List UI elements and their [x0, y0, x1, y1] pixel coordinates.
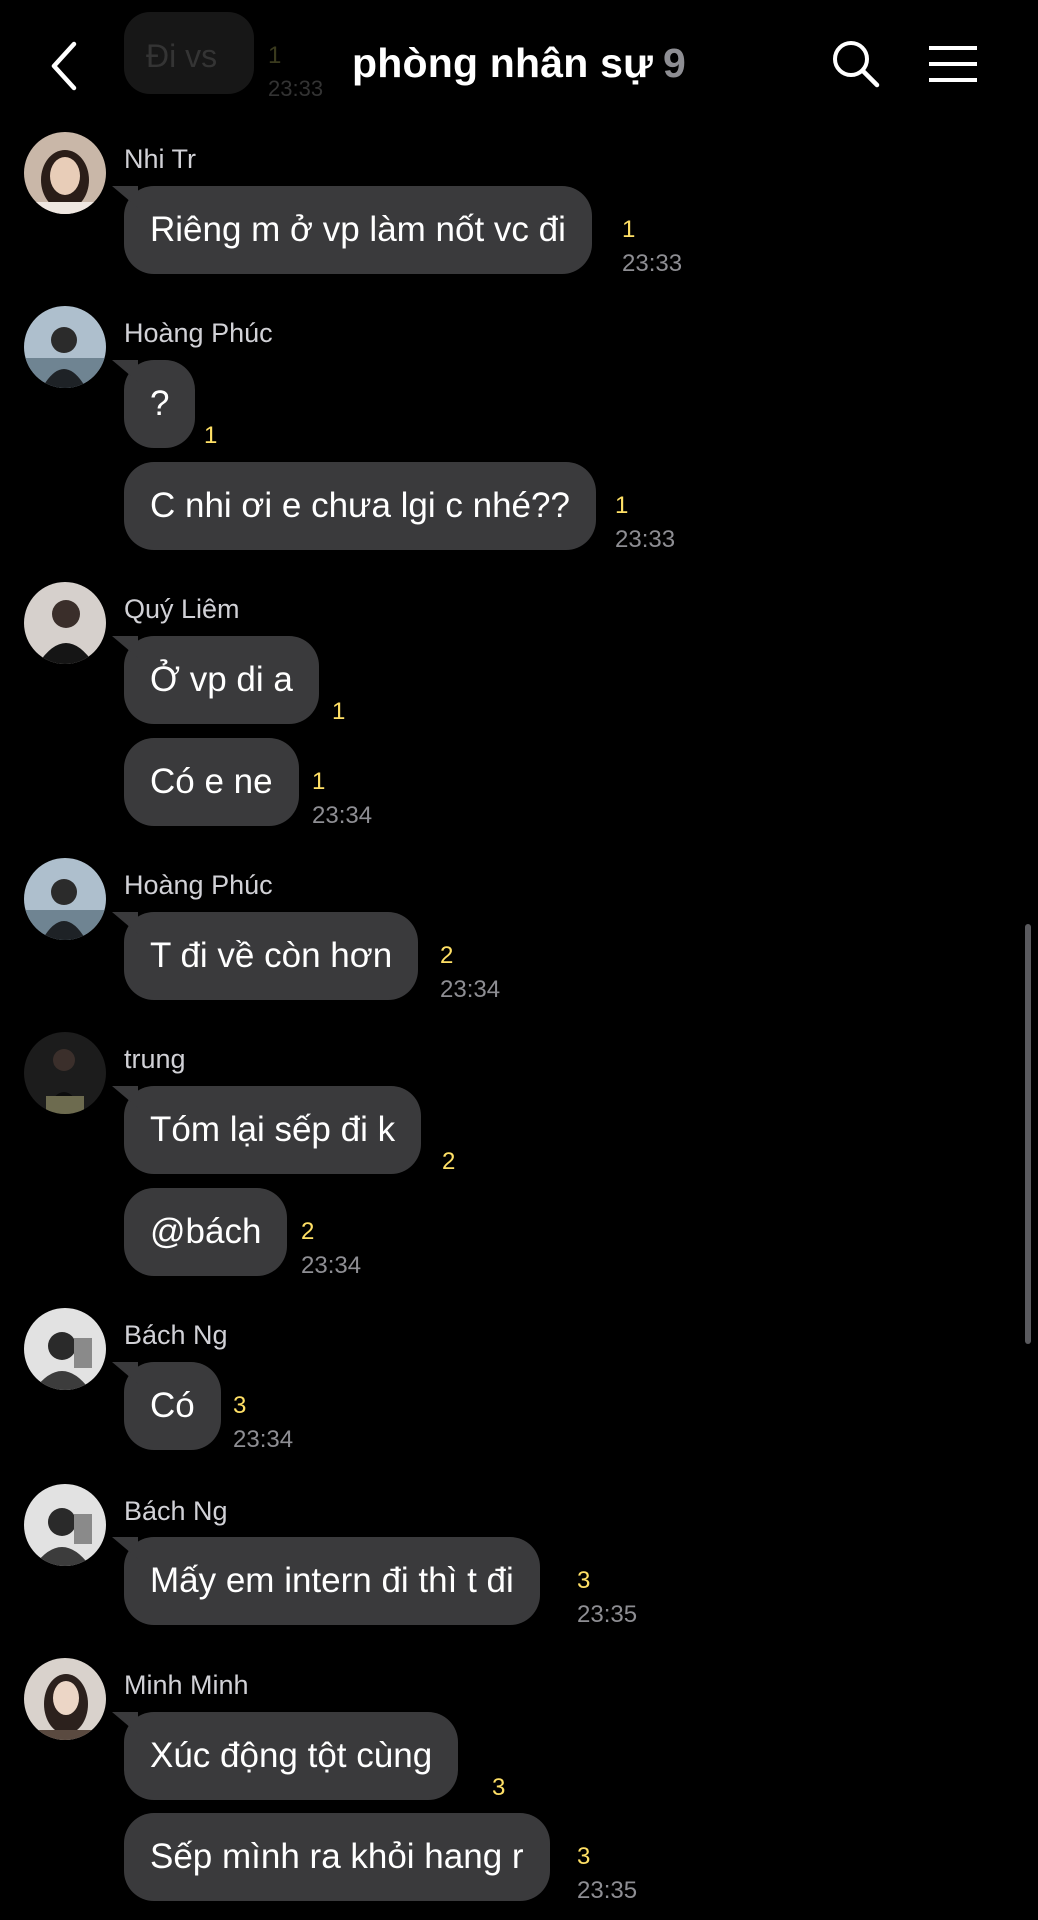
message-timestamp: 23:33: [622, 250, 683, 277]
message-bubble[interactable]: Có e ne: [124, 738, 299, 826]
sender-name: Nhi Tr: [124, 144, 197, 174]
unread-count: 1: [622, 216, 636, 243]
avatar-minh-minh[interactable]: [24, 1658, 106, 1740]
sender-name: Bách Ng: [124, 1496, 228, 1526]
unread-count: 3: [577, 1567, 591, 1594]
menu-button[interactable]: [926, 44, 980, 84]
message-text: Xúc động tột cùng: [150, 1736, 433, 1775]
message-bubble[interactable]: C nhi ơi e chưa lgi c nhé??: [124, 462, 596, 550]
message-timestamp: 23:34: [301, 1252, 362, 1279]
message-bubble[interactable]: Sếp mình ra khỏi hang r: [124, 1813, 550, 1901]
sender-name: trung: [124, 1044, 186, 1074]
message-timestamp: 23:35: [577, 1601, 638, 1628]
message-text: Sếp mình ra khỏi hang r: [150, 1837, 524, 1876]
chat-title: phòng nhân sự 9: [0, 40, 1038, 87]
message-timestamp: 23:35: [577, 1877, 638, 1904]
sender-name: Bách Ng: [124, 1320, 228, 1350]
avatar-quy-liem[interactable]: [24, 582, 106, 664]
message-text: Có e ne: [150, 762, 273, 801]
message-timestamp: 23:34: [440, 976, 501, 1003]
unread-count: 1: [332, 698, 346, 725]
sender-name: Hoàng Phúc: [124, 870, 273, 900]
message-bubble[interactable]: Tóm lại sếp đi k: [124, 1086, 422, 1174]
avatar-nhi-tr[interactable]: [24, 132, 106, 214]
message-bubble[interactable]: Xúc động tột cùng: [124, 1712, 459, 1800]
avatar-trung[interactable]: [24, 1032, 106, 1114]
message-timestamp: 23:34: [312, 802, 373, 829]
search-icon: [833, 41, 880, 88]
sender-name: Hoàng Phúc: [124, 318, 273, 348]
search-button[interactable]: [830, 38, 882, 90]
unread-count: 1: [615, 492, 629, 519]
unread-count: 1: [312, 768, 326, 795]
message-bubble[interactable]: Mấy em intern đi thì t đi: [124, 1537, 540, 1625]
unread-count: 1: [204, 422, 218, 449]
sender-name: Quý Liêm: [124, 594, 240, 624]
unread-count: 3: [492, 1774, 506, 1801]
sender-name: Minh Minh: [124, 1670, 249, 1700]
message-bubble[interactable]: Có: [124, 1362, 221, 1450]
unread-count: 3: [233, 1392, 247, 1419]
member-count: 9: [663, 40, 687, 86]
unread-count: 2: [301, 1218, 315, 1245]
message-text: Mấy em intern đi thì t đi: [150, 1561, 514, 1600]
hamburger-menu-icon: [929, 46, 977, 82]
chat-header: phòng nhân sự 9: [0, 0, 1038, 130]
scrollbar[interactable]: [1025, 924, 1031, 1344]
unread-count: 2: [440, 942, 454, 969]
message-bubble[interactable]: ?: [124, 360, 196, 448]
message-timestamp: 23:34: [233, 1426, 294, 1453]
avatar-bach-ng[interactable]: [24, 1484, 106, 1566]
message-bubble[interactable]: Ở vp di a: [124, 636, 319, 724]
message-text: C nhi ơi e chưa lgi c nhé??: [150, 486, 570, 525]
avatar-hoang-phuc[interactable]: [24, 306, 106, 388]
avatar-bach-ng[interactable]: [24, 1308, 106, 1390]
message-text: Có: [150, 1386, 195, 1425]
message-bubble[interactable]: @bách: [124, 1188, 288, 1276]
unread-count: 3: [577, 1843, 591, 1870]
group-name: phòng nhân sự: [351, 40, 653, 86]
message-text: Riêng m ở vp làm nốt vc đi: [150, 210, 566, 249]
avatar-hoang-phuc[interactable]: [24, 858, 106, 940]
message-text: T đi về còn hơn: [150, 936, 393, 975]
message-text: Ở vp di a: [150, 660, 293, 699]
message-bubble[interactable]: T đi về còn hơn: [124, 912, 419, 1000]
message-text: Tóm lại sếp đi k: [150, 1110, 396, 1149]
message-text: ?: [150, 384, 170, 423]
message-bubble[interactable]: Riêng m ở vp làm nốt vc đi: [124, 186, 592, 274]
unread-count: 2: [442, 1148, 456, 1175]
message-text: @bách: [150, 1212, 262, 1251]
message-timestamp: 23:33: [615, 526, 676, 553]
